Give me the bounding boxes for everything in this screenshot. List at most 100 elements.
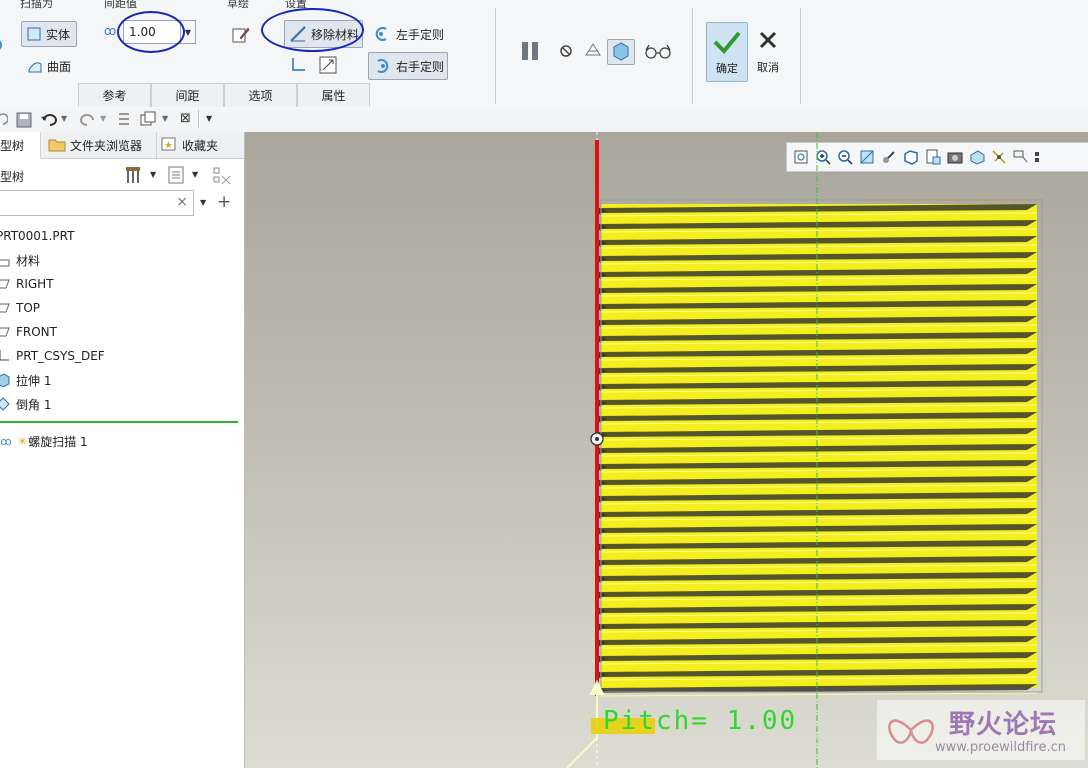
surface-button[interactable]: 曲面	[23, 55, 79, 77]
watermark: 野火论坛 www.proewildfire.cn	[877, 700, 1085, 760]
sweep-icon	[0, 36, 4, 54]
pause-button[interactable]	[516, 38, 544, 66]
customize-toolbar-icon[interactable]: ▼	[206, 114, 212, 123]
flip-direction-button[interactable]	[316, 54, 340, 78]
undo-dropdown-icon[interactable]: ▼	[61, 114, 67, 123]
tree-item-material[interactable]: 材料	[0, 250, 40, 270]
tree-item-part[interactable]: PRT0001.PRT	[0, 226, 74, 246]
tree-settings-dropdown-icon[interactable]: ▼	[150, 170, 156, 179]
tree-item-label: PRT_CSYS_DEF	[16, 349, 105, 363]
regenerate-model-icon[interactable]	[116, 111, 132, 132]
toolbar-separator	[198, 110, 199, 128]
quick-access-toolbar: ▼ ▼ ▼ ⊠ ▼	[0, 108, 1088, 133]
material-icon	[0, 253, 10, 267]
tab-folder-browser-label: 文件夹浏览器	[70, 138, 143, 153]
left-hand-button[interactable]: 左手定则	[368, 21, 450, 47]
close-icon	[758, 30, 778, 53]
preview-mesh-icon	[583, 41, 603, 64]
undo-icon[interactable]	[40, 112, 58, 131]
ribbon: 扫描为 实体 曲面 间距值 ꝏ 1.00 ▼ 草绘 设置 移除材料 左手定则 右…	[0, 0, 1088, 109]
tab-model-tree-label: 模型树	[0, 138, 25, 153]
close-window-icon[interactable]: ⊠	[180, 111, 191, 126]
pitch-title: 间距值	[104, 0, 137, 10]
solid-button[interactable]: 实体	[21, 21, 77, 47]
tree-item-label: 倒角 1	[16, 397, 52, 412]
chamfer-icon	[0, 397, 10, 411]
navigator-panel: 模型树 文件夹浏览器 收藏夹 模型树 ▼ ▼ × ▼ + PRT0001.PRT…	[0, 132, 246, 768]
cancel-button[interactable]: 取消	[750, 22, 786, 82]
tree-item-label: 螺旋扫描 1	[28, 434, 88, 449]
pitch-highlight-ring	[117, 11, 185, 53]
tree-item-right[interactable]: RIGHT	[0, 274, 54, 294]
sketch-title: 草绘	[227, 0, 249, 10]
datum-plane-icon	[0, 277, 10, 291]
tab-references[interactable]: 参考	[78, 83, 151, 107]
save-icon[interactable]	[16, 112, 32, 131]
clear-search-icon[interactable]: ×	[176, 194, 188, 210]
tab-folder-browser[interactable]: 文件夹浏览器	[44, 132, 157, 158]
watermark-title: 野火论坛	[949, 710, 1058, 740]
sketch-button[interactable]	[229, 24, 253, 48]
redo-dropdown-icon[interactable]: ▼	[100, 114, 106, 123]
cancel-label: 取消	[757, 60, 779, 74]
tab-properties[interactable]: 属性	[297, 83, 370, 107]
axis-pivot-center	[595, 437, 599, 441]
tree-item-top[interactable]: TOP	[0, 298, 40, 318]
thicken-icon	[291, 56, 307, 75]
right-hand-icon	[372, 57, 392, 75]
tree-settings-icon[interactable]	[124, 165, 144, 188]
windows-dropdown-icon[interactable]: ▼	[162, 114, 168, 123]
tab-pitch[interactable]: 间距	[151, 83, 224, 107]
helical-sweep-icon: ꝏ	[0, 434, 12, 448]
tree-item-front[interactable]: FRONT	[0, 322, 57, 342]
tree-item-chamfer[interactable]: 倒角 1	[0, 394, 51, 414]
thicken-button[interactable]	[289, 55, 309, 75]
extrude-icon	[0, 373, 10, 387]
redo-icon[interactable]	[79, 112, 97, 131]
watermark-url: www.proewildfire.cn	[935, 740, 1066, 755]
red-profile-line	[595, 140, 599, 690]
no-preview-button[interactable]	[556, 42, 576, 62]
show-columns-dropdown-icon[interactable]: ▼	[192, 170, 198, 179]
right-hand-button[interactable]: 右手定则	[368, 52, 448, 80]
chevron-down-icon: ▼	[184, 27, 192, 37]
solid-label: 实体	[46, 27, 71, 42]
tree-item-csys[interactable]: PRT_CSYS_DEF	[0, 346, 105, 366]
surface-label: 曲面	[47, 59, 72, 74]
tree-item-label: 材料	[16, 253, 41, 268]
tree-item-helical-sweep[interactable]: ꝏ ✳ 螺旋扫描 1	[0, 431, 88, 451]
left-hand-label: 左手定则	[396, 27, 445, 42]
search-dropdown-icon[interactable]: ▼	[200, 198, 206, 207]
favorites-icon	[161, 136, 177, 155]
ok-button[interactable]: 确定	[706, 22, 748, 82]
preview-mode-button[interactable]	[581, 40, 605, 64]
tree-item-label: TOP	[16, 301, 41, 315]
tree-item-label: PRT0001.PRT	[0, 229, 75, 243]
tab-model-tree[interactable]: 模型树	[0, 132, 41, 159]
sweep-as-title: 扫描为	[20, 0, 53, 10]
folder-icon	[48, 136, 66, 155]
add-filter-icon[interactable]: +	[217, 192, 231, 212]
glasses-icon	[644, 42, 672, 63]
preview-glasses-button[interactable]	[642, 40, 674, 64]
windows-icon[interactable]	[140, 111, 156, 130]
verify-preview-button[interactable]	[607, 39, 635, 65]
thread-body	[595, 204, 1038, 697]
model-tree-title: 模型树	[0, 170, 25, 184]
sketch-pencil-icon	[232, 26, 250, 47]
tab-options[interactable]: 选项	[224, 83, 297, 107]
right-hand-label: 右手定则	[396, 59, 445, 74]
filter-tree-icon[interactable]	[212, 166, 232, 189]
tree-item-extrude[interactable]: 拉伸 1	[0, 370, 51, 390]
tree-search-input[interactable]: ×	[0, 190, 194, 216]
insert-marker	[0, 421, 238, 423]
tab-favorites[interactable]: 收藏夹	[157, 132, 246, 158]
new-feature-star-icon: ✳	[18, 434, 28, 448]
show-columns-icon[interactable]	[168, 166, 186, 187]
dashboard-tabs: 参考 间距 选项 属性	[78, 83, 370, 107]
graphics-window[interactable]: Pitch= 1.00 野火论坛 www.proewildfire.cn	[245, 132, 1088, 768]
csys-icon	[0, 349, 10, 363]
no-preview-icon	[559, 44, 573, 61]
solid-icon	[27, 27, 41, 41]
regenerate-icon[interactable]	[0, 112, 9, 129]
